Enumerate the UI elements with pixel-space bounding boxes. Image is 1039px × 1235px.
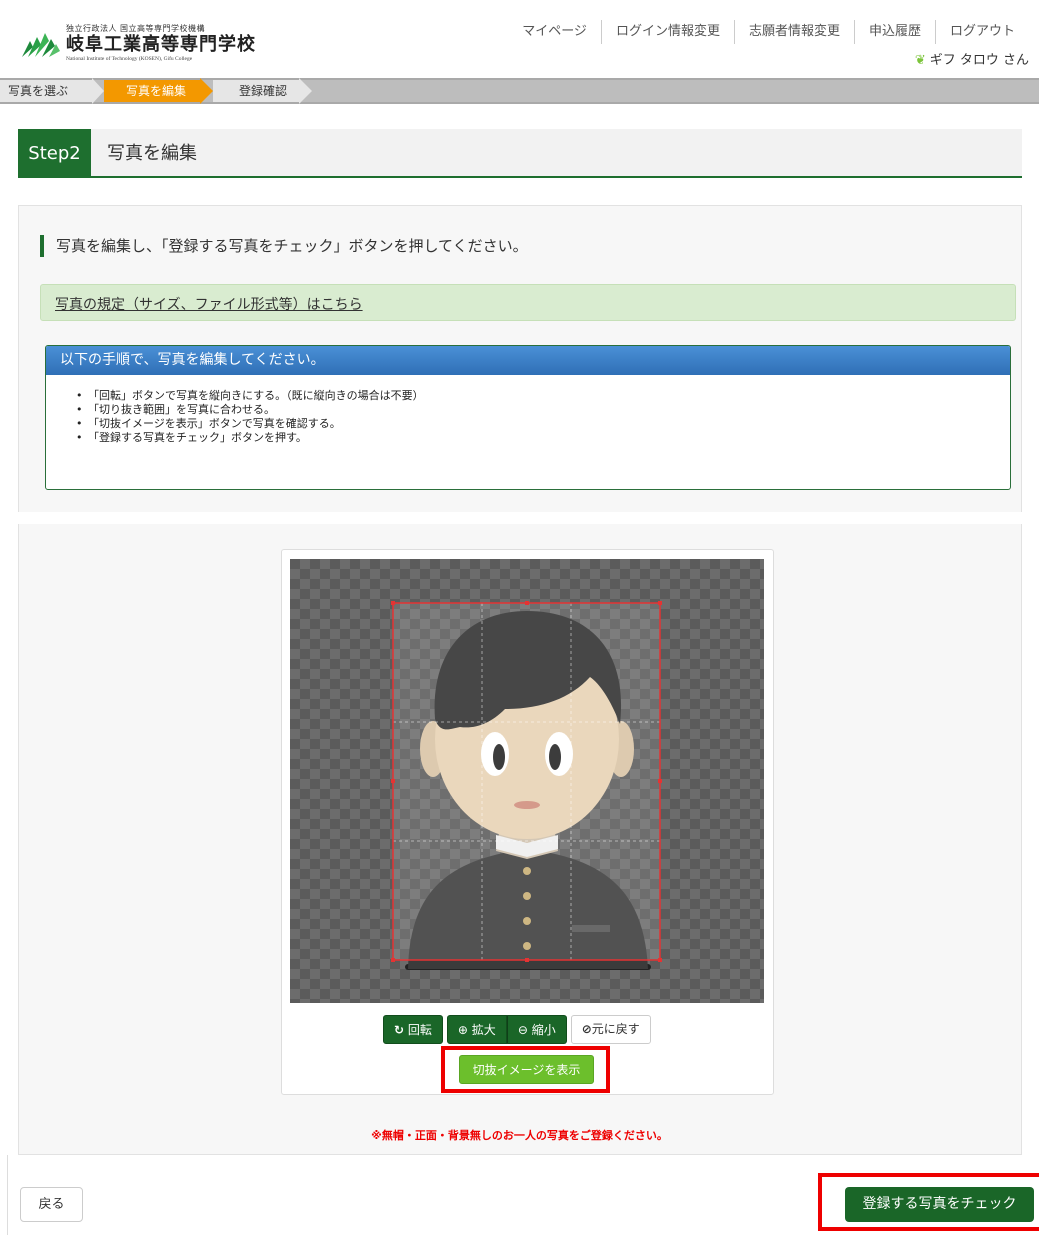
editor-toolbar: ↻ 回転 ⊕ 拡大 ⊖ 縮小 ⊘元に戻す <box>383 1015 651 1044</box>
user-name-text: ギフ タロウ さん <box>929 53 1029 68</box>
step-chevron <box>200 78 213 104</box>
logo-small-text: 独立行政法人 国立高等専門学校機構 <box>66 24 206 33</box>
zoom-out-label: 縮小 <box>531 1023 556 1037</box>
zoom-in-label: 拡大 <box>471 1023 496 1037</box>
nav-logout[interactable]: ログアウト <box>934 20 1029 44</box>
nav-applicant-info[interactable]: 志願者情報変更 <box>733 20 854 44</box>
photo-image <box>391 601 662 970</box>
step-label: 写真を編集 <box>126 84 187 98</box>
highlight-box <box>441 1046 610 1093</box>
step-confirm: 登録確認 <box>213 80 299 102</box>
step-select-photo: 写真を選ぶ <box>0 80 92 102</box>
top-nav: マイページ ログイン情報変更 志願者情報変更 申込履歴 ログアウト <box>508 20 1029 44</box>
howto-heading: 以下の手順で、写真を編集してください。 <box>46 346 1010 375</box>
step-tag: Step2 <box>18 129 91 178</box>
zoom-out-icon: ⊖ <box>517 1023 528 1037</box>
divider <box>7 1155 8 1235</box>
step-label: 写真を選ぶ <box>8 84 69 98</box>
step-title: 写真を編集 <box>107 143 197 164</box>
user-name: ❦ ギフ タロウ さん <box>915 49 1029 68</box>
nav-history[interactable]: 申込履歴 <box>853 20 935 44</box>
panel-divider <box>18 512 1022 524</box>
zoom-out-button[interactable]: ⊖ 縮小 <box>506 1015 567 1044</box>
photo-warning: ※無帽・正面・背景無しのお一人の写真をご登録ください。 <box>371 1129 668 1142</box>
rotate-label: 回転 <box>407 1023 432 1037</box>
progress-steps: 写真を選ぶ 写真を編集 登録確認 <box>0 78 1039 104</box>
back-button[interactable]: 戻る <box>20 1187 83 1222</box>
zoom-in-icon: ⊕ <box>457 1023 468 1037</box>
leaf-icon: ❦ <box>914 53 926 68</box>
rotate-icon: ↻ <box>394 1023 405 1037</box>
nav-login-info[interactable]: ログイン情報変更 <box>600 20 734 44</box>
zoom-in-button[interactable]: ⊕ 拡大 <box>446 1015 507 1044</box>
rules-box: 写真の規定（サイズ、ファイル形式等）はこちら <box>40 284 1016 321</box>
highlight-box <box>818 1173 1039 1231</box>
howto-list: 「回転」ボタンで写真を縦向きにする。（既に縦向きの場合は不要） 「切り抜き範囲」… <box>46 375 1010 445</box>
howto-item: 「切抜イメージを表示」ボタンで写真を確認する。 <box>76 417 1010 431</box>
reset-button[interactable]: ⊘元に戻す <box>570 1015 651 1044</box>
howto-item: 「切り抜き範囲」を写真に合わせる。 <box>76 403 1010 417</box>
rotate-button[interactable]: ↻ 回転 <box>383 1015 443 1044</box>
photo-rules-link[interactable]: 写真の規定（サイズ、ファイル形式等）はこちら <box>55 294 363 314</box>
ban-icon: ⊘ <box>581 1022 592 1036</box>
instruction-text: 写真を編集し、「登録する写真をチェック」ボタンを押してください。 <box>40 235 528 257</box>
howto-box: 以下の手順で、写真を編集してください。 「回転」ボタンで写真を縦向きにする。（既… <box>45 345 1011 490</box>
howto-item: 「回転」ボタンで写真を縦向きにする。（既に縦向きの場合は不要） <box>76 389 1010 403</box>
step-title-bar: Step2 写真を編集 <box>18 129 1022 178</box>
logo-title: 岐阜工業高等専門学校 <box>66 34 256 55</box>
step-label: 登録確認 <box>239 84 288 98</box>
logo-english: National Institute of Technology (KOSEN)… <box>66 56 193 62</box>
photo-canvas[interactable] <box>290 559 764 1003</box>
site-header: 独立行政法人 国立高等専門学校機構 岐阜工業高等専門学校 National In… <box>0 0 1039 74</box>
howto-item: 「登録する写真をチェック」ボタンを押す。 <box>76 431 1010 445</box>
step-edit-photo: 写真を編集 <box>104 80 200 102</box>
school-logo[interactable]: 独立行政法人 国立高等専門学校機構 岐阜工業高等専門学校 National In… <box>20 24 256 63</box>
logo-mountain-icon <box>22 32 60 57</box>
step-chevron <box>92 78 104 104</box>
step-chevron <box>299 78 312 104</box>
reset-label: 元に戻す <box>591 1022 640 1036</box>
nav-mypage[interactable]: マイページ <box>508 20 601 44</box>
